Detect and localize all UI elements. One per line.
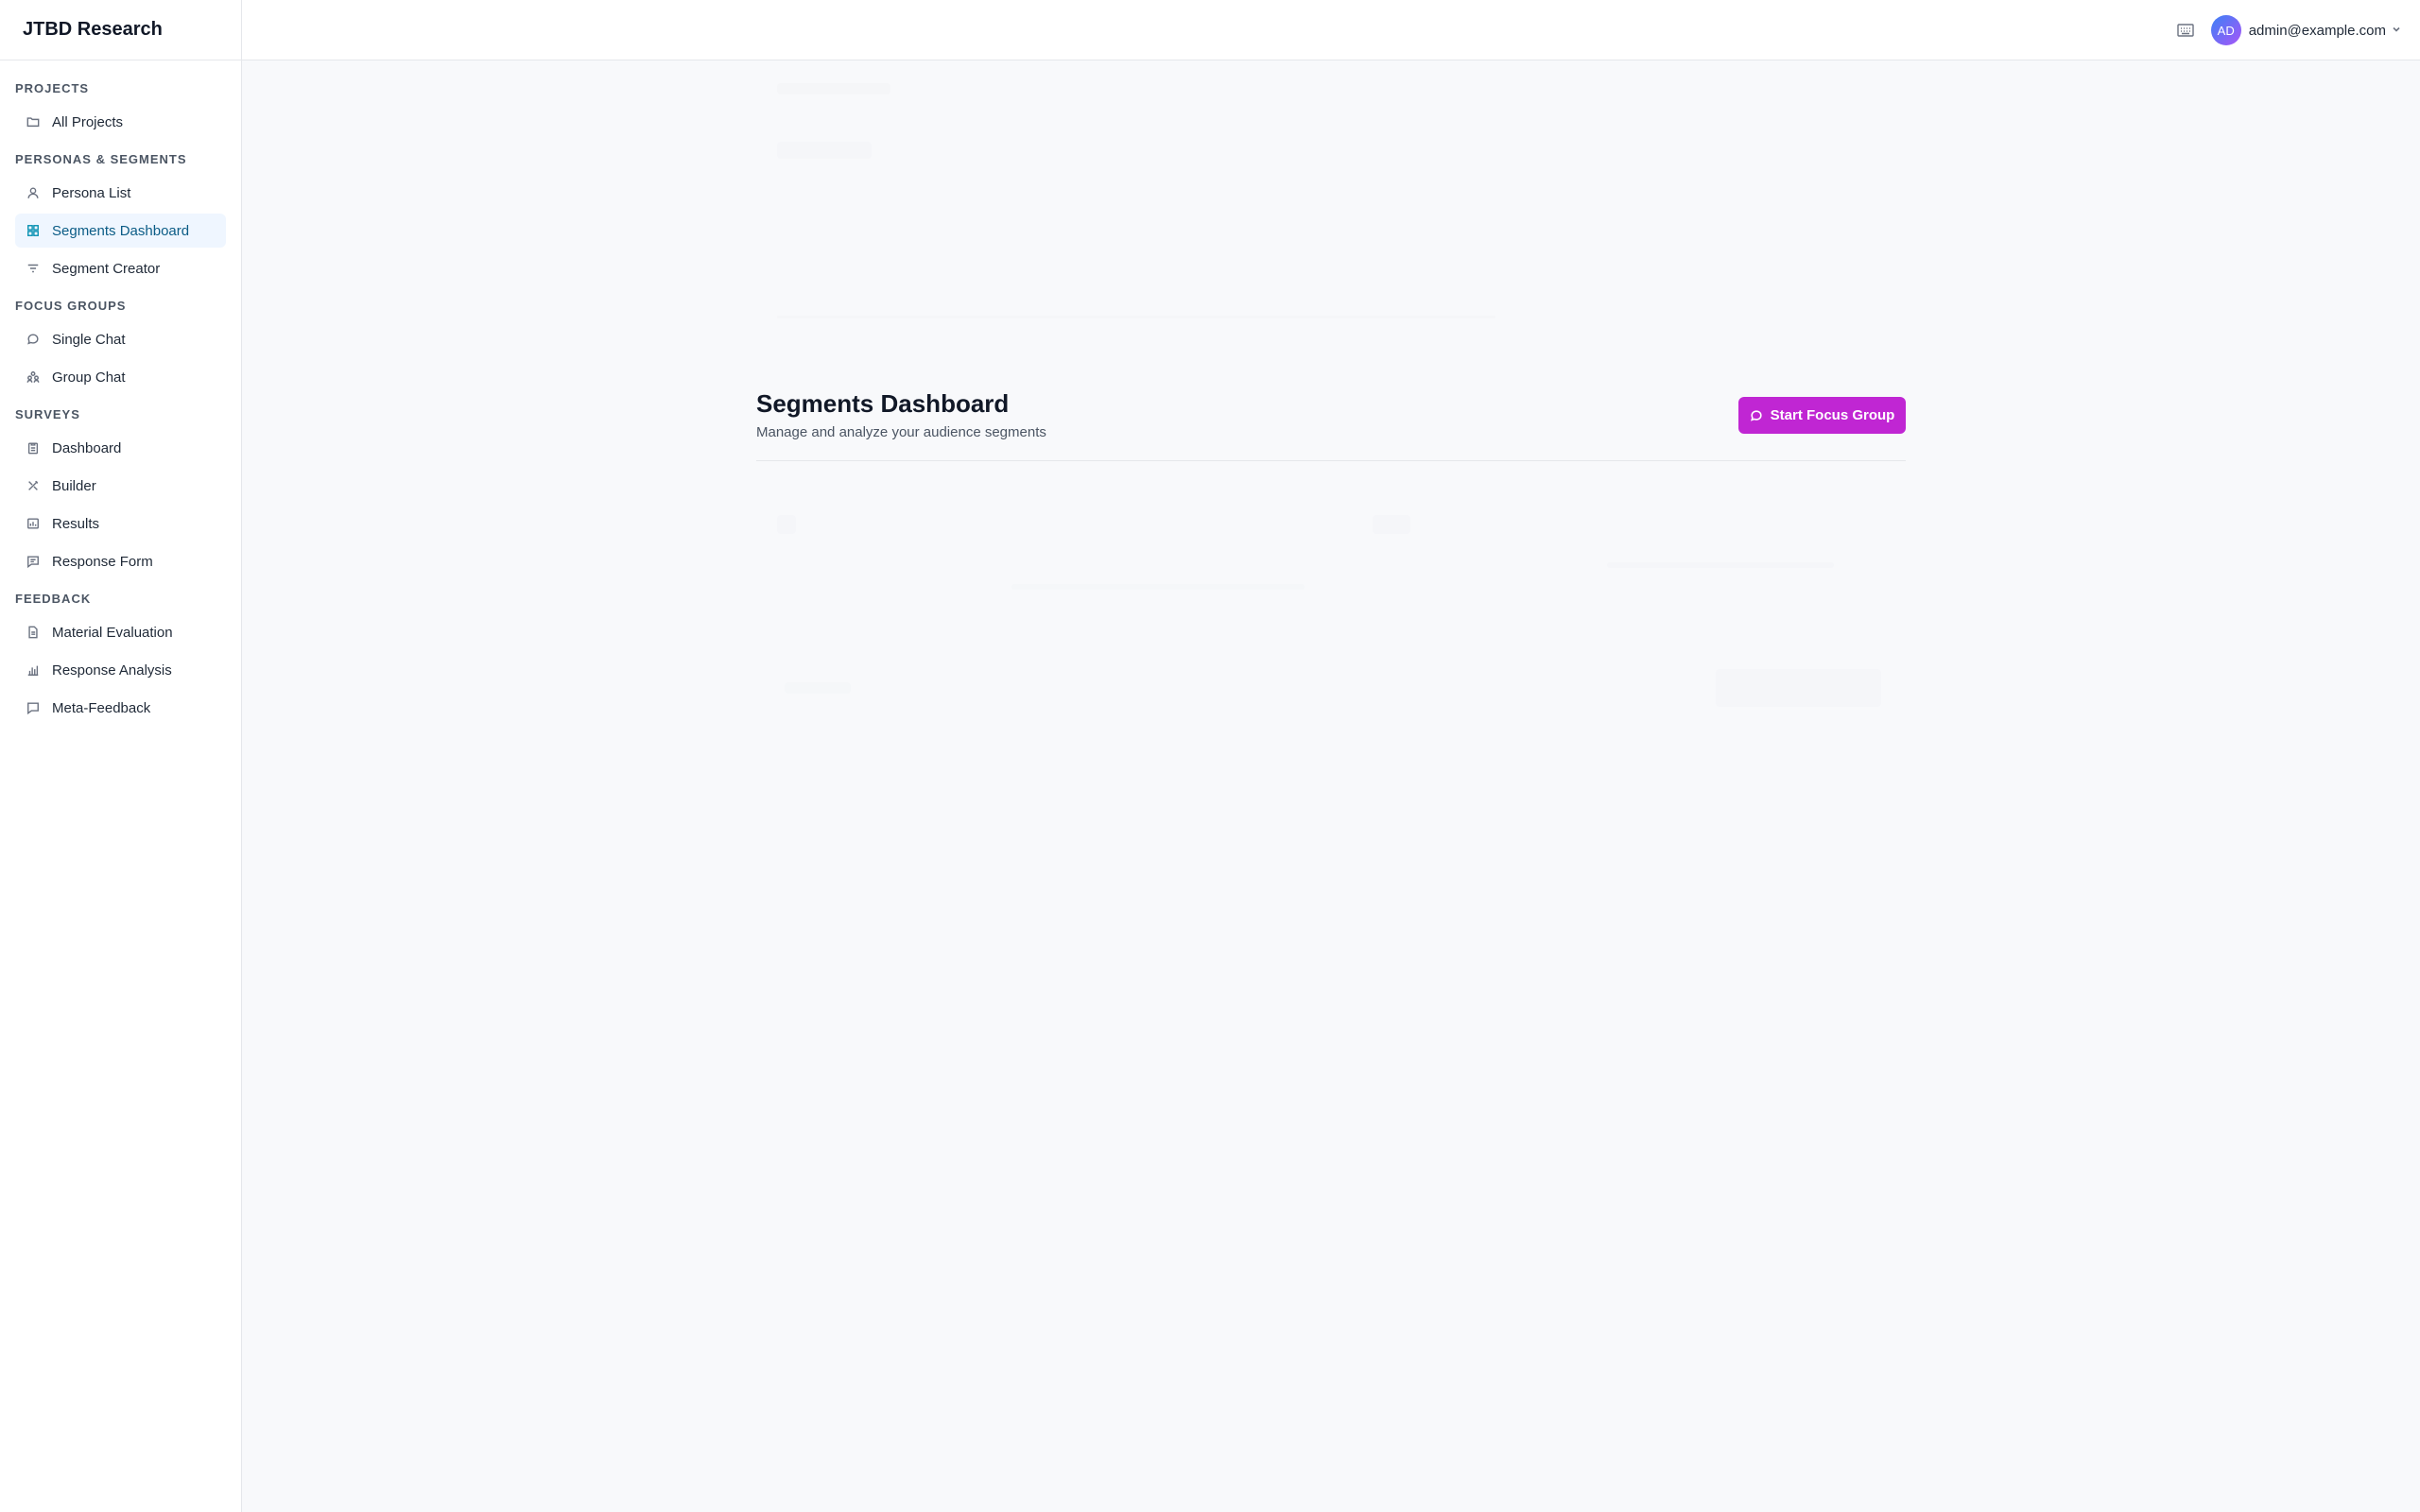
chart-icon xyxy=(26,517,40,530)
sidebar-item-label: Response Form xyxy=(52,553,153,570)
chat-icon xyxy=(26,333,40,346)
sidebar-item-group-chat[interactable]: Group Chat xyxy=(15,360,226,394)
nav-section-title: PROJECTS xyxy=(15,81,90,95)
skeleton-block xyxy=(777,142,872,159)
user-icon xyxy=(26,186,40,199)
sidebar-item-all-projects[interactable]: All Projects xyxy=(15,105,226,139)
start-focus-group-button[interactable]: Start Focus Group xyxy=(1738,397,1906,434)
skeleton-line xyxy=(1011,584,1305,590)
sidebar-nav: PROJECTS All Projects PERSONAS & SEGMENT… xyxy=(0,60,241,747)
avatar[interactable]: AD xyxy=(2210,15,2241,45)
page-subtitle: Manage and analyze your audience segment… xyxy=(756,424,1046,440)
sidebar-item-label: Meta-Feedback xyxy=(52,699,151,716)
clipboard-icon xyxy=(26,441,40,455)
sidebar-item-label: Dashboard xyxy=(52,439,122,456)
sidebar-item-single-chat[interactable]: Single Chat xyxy=(15,322,226,356)
sidebar-item-segments-dashboard[interactable]: Segments Dashboard xyxy=(15,214,226,248)
users-icon xyxy=(26,370,40,384)
skeleton-block xyxy=(1716,669,1881,707)
user-area: AD admin@example.com xyxy=(2177,15,2401,45)
nav-section-title: FEEDBACK xyxy=(15,592,92,606)
sidebar-item-label: All Projects xyxy=(52,113,124,130)
sidebar-item-label: Segment Creator xyxy=(52,260,161,277)
skeleton-line xyxy=(777,316,1495,318)
nav-section-surveys: SURVEYS Dashboard Builder Results Respon… xyxy=(15,402,226,578)
bar-chart-icon xyxy=(26,663,40,677)
filter-icon xyxy=(26,262,40,275)
form-icon xyxy=(26,555,40,568)
skeleton-block xyxy=(777,83,890,94)
sidebar-item-meta-feedback[interactable]: Meta-Feedback xyxy=(15,691,226,725)
sidebar-item-label: Response Analysis xyxy=(52,662,172,679)
keyboard-icon[interactable] xyxy=(2177,23,2194,38)
chevron-down-icon[interactable] xyxy=(2392,22,2401,39)
sidebar-item-label: Persona List xyxy=(52,184,131,201)
sidebar-item-builder[interactable]: Builder xyxy=(15,469,226,503)
tools-icon xyxy=(26,479,40,492)
sidebar-item-segment-creator[interactable]: Segment Creator xyxy=(15,251,226,285)
nav-section-title: FOCUS GROUPS xyxy=(15,299,127,313)
user-email[interactable]: admin@example.com xyxy=(2249,23,2386,39)
skeleton-line xyxy=(1607,562,1834,568)
sidebar-item-label: Material Evaluation xyxy=(52,624,173,641)
nav-section-title: PERSONAS & SEGMENTS xyxy=(15,152,187,166)
skeleton-block xyxy=(1373,515,1410,534)
sidebar-item-label: Single Chat xyxy=(52,331,126,348)
sidebar-item-persona-list[interactable]: Persona List xyxy=(15,176,226,210)
document-icon xyxy=(26,626,40,639)
sidebar-item-dashboard[interactable]: Dashboard xyxy=(15,431,226,465)
sidebar-item-response-form[interactable]: Response Form xyxy=(15,544,226,578)
grid-icon xyxy=(26,224,40,237)
message-icon xyxy=(26,701,40,714)
nav-section-projects: PROJECTS All Projects xyxy=(15,76,226,139)
header-divider xyxy=(756,460,1906,461)
nav-section-title: SURVEYS xyxy=(15,407,80,421)
skeleton-block xyxy=(777,515,796,534)
button-label: Start Focus Group xyxy=(1770,407,1895,423)
sidebar-item-label: Group Chat xyxy=(52,369,126,386)
sidebar-item-label: Segments Dashboard xyxy=(52,222,190,239)
sidebar-item-material-evaluation[interactable]: Material Evaluation xyxy=(15,615,226,649)
chat-icon xyxy=(1750,409,1762,421)
skeleton-block xyxy=(785,682,851,694)
top-bar: AD admin@example.com xyxy=(242,0,2420,60)
nav-section-feedback: FEEDBACK Material Evaluation Response An… xyxy=(15,586,226,725)
page-title: Segments Dashboard xyxy=(756,389,1010,418)
nav-section-focus-groups: FOCUS GROUPS Single Chat Group Chat xyxy=(15,293,226,394)
sidebar: JTBD Research PROJECTS All Projects PERS… xyxy=(0,0,242,1512)
sidebar-item-response-analysis[interactable]: Response Analysis xyxy=(15,653,226,687)
nav-section-personas: PERSONAS & SEGMENTS Persona List Segment… xyxy=(15,146,226,285)
sidebar-item-label: Builder xyxy=(52,477,96,494)
app-title: JTBD Research xyxy=(0,0,241,60)
sidebar-item-label: Results xyxy=(52,515,100,532)
sidebar-item-results[interactable]: Results xyxy=(15,507,226,541)
folder-icon xyxy=(26,115,40,129)
